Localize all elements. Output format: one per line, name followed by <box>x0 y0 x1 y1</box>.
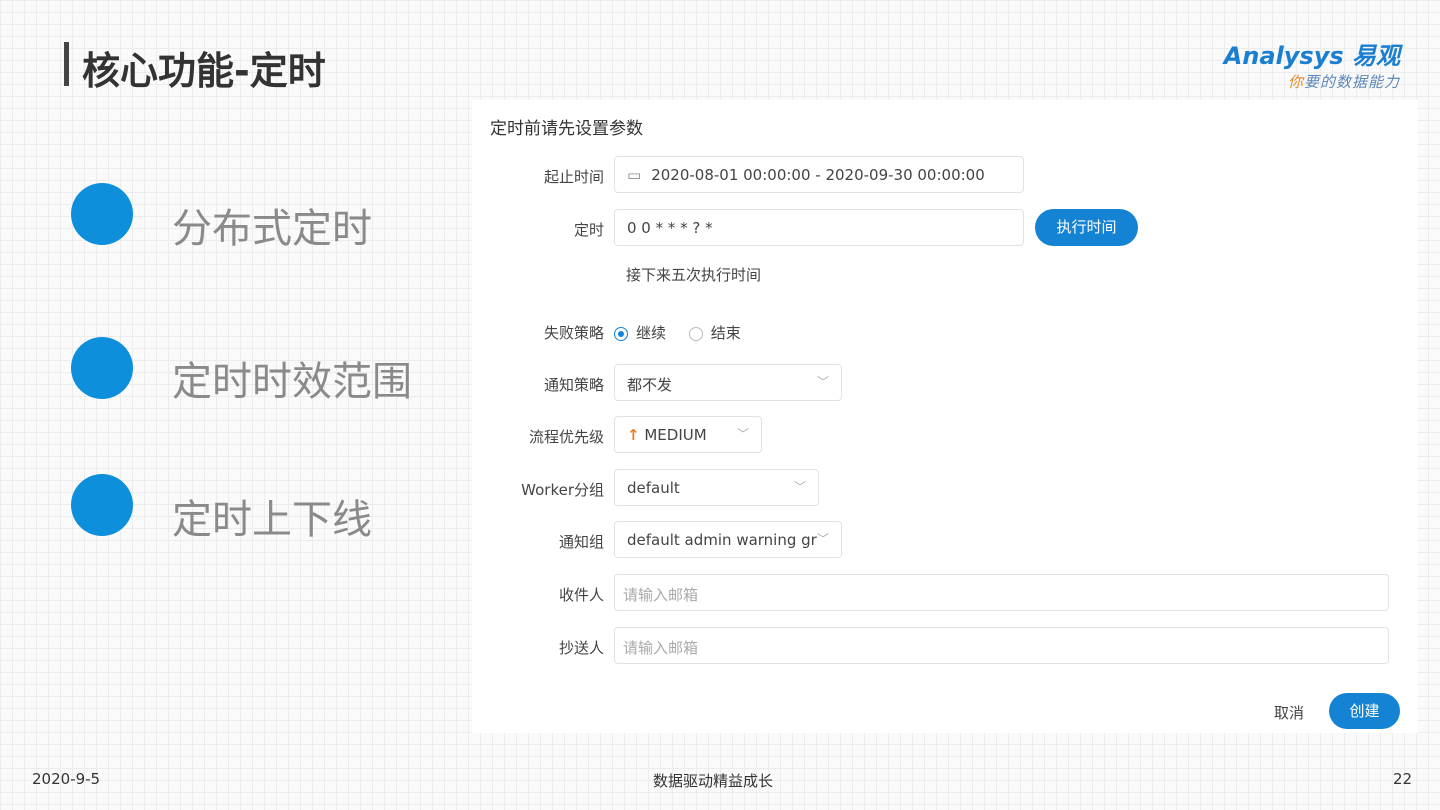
notify-select[interactable]: 都不发 ﹀ <box>614 364 842 401</box>
cron-input[interactable]: 0 0 * * * ? * <box>614 209 1024 246</box>
slide-title: 核心功能-定时 <box>82 49 326 93</box>
notify-group-label: 通知组 <box>558 533 604 551</box>
notify-label: 通知策略 <box>543 376 604 394</box>
receiver-input[interactable]: 请输入邮箱 <box>614 574 1389 611</box>
priority-select[interactable]: ↑ MEDIUM ﹀ <box>614 416 762 453</box>
bullet-text: 定时时效范围 <box>172 359 412 405</box>
bullet-text: 定时上下线 <box>172 497 372 543</box>
chevron-down-icon: ﹀ <box>816 530 829 547</box>
worker-label: Worker分组 <box>521 481 604 499</box>
bullet-dot <box>71 183 133 245</box>
slide-date: 2020-9-5 <box>32 770 101 788</box>
execution-time-button[interactable]: 执行时间 <box>1035 209 1138 246</box>
logo-brand: Analysys 易观 <box>1223 42 1400 70</box>
radio-end[interactable]: 结束 <box>688 324 741 342</box>
worker-select[interactable]: default ﹀ <box>614 469 819 506</box>
chevron-down-icon: ﹀ <box>736 427 749 441</box>
bullet-dot <box>71 474 133 536</box>
next-runs-label: 接下来五次执行时间 <box>626 266 762 284</box>
failure-label: 失败策略 <box>543 324 604 342</box>
slide-footer-text: 数据驱动精益成长 <box>653 772 774 790</box>
priority-label: 流程优先级 <box>528 428 604 446</box>
create-button[interactable]: 创建 <box>1329 693 1400 729</box>
notify-group-select[interactable]: default admin warning gr ﹀ <box>614 521 842 558</box>
cancel-button[interactable]: 取消 <box>1274 702 1304 723</box>
radio-continue[interactable]: 继续 <box>614 324 666 342</box>
cron-label: 定时 <box>573 221 604 239</box>
bullet-dot <box>71 337 133 399</box>
chevron-down-icon: ﹀ <box>816 375 829 389</box>
bullet-text: 分布式定时 <box>172 206 372 252</box>
logo-tagline-line: 你要的数据能力 <box>1170 71 1400 92</box>
time-range-input[interactable]: ▭ 2020-08-01 00:00:00 - 2020-09-30 00:00:… <box>614 156 1024 193</box>
title-accent-bar <box>64 42 69 86</box>
cc-label: 抄送人 <box>558 639 604 657</box>
cc-input[interactable]: 请输入邮箱 <box>614 627 1389 664</box>
logo-tagline-accent: 你 <box>1287 73 1304 91</box>
logo: Analysys 易观 你要的数据能力 <box>1170 36 1400 92</box>
failure-radio-group: 继续 结束 <box>614 322 741 343</box>
arrow-up-icon: ↑ <box>627 426 640 444</box>
calendar-icon: ▭ <box>627 166 642 184</box>
time-range-label: 起止时间 <box>543 168 604 186</box>
receiver-label: 收件人 <box>558 586 604 604</box>
logo-tagline: 要的数据能力 <box>1303 73 1400 91</box>
chevron-down-icon: ﹀ <box>793 480 806 494</box>
page-number: 22 <box>1393 770 1413 788</box>
schedule-form: 定时前请先设置参数 起止时间 ▭ 2020-08-01 00:00:00 - 20… <box>472 100 1418 733</box>
form-heading: 定时前请先设置参数 <box>490 119 643 139</box>
